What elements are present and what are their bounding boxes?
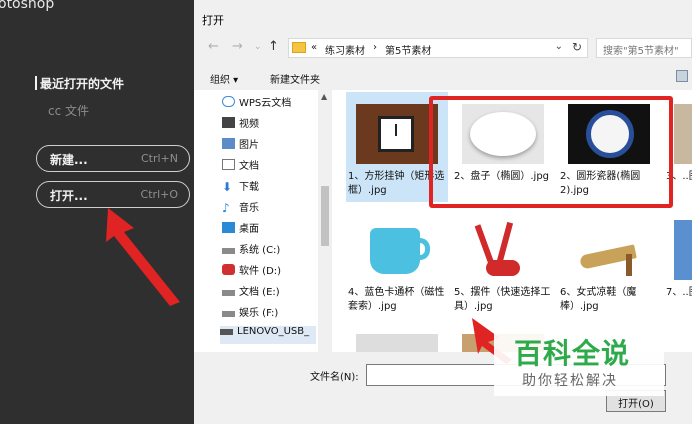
watermark-title: 百科全说 <box>514 337 631 370</box>
watermark-subtitle: 助你轻松解决 <box>522 373 618 389</box>
watermark: 百科全说 助你轻松解决 <box>494 328 664 396</box>
arrow-to-open-button <box>106 208 180 306</box>
